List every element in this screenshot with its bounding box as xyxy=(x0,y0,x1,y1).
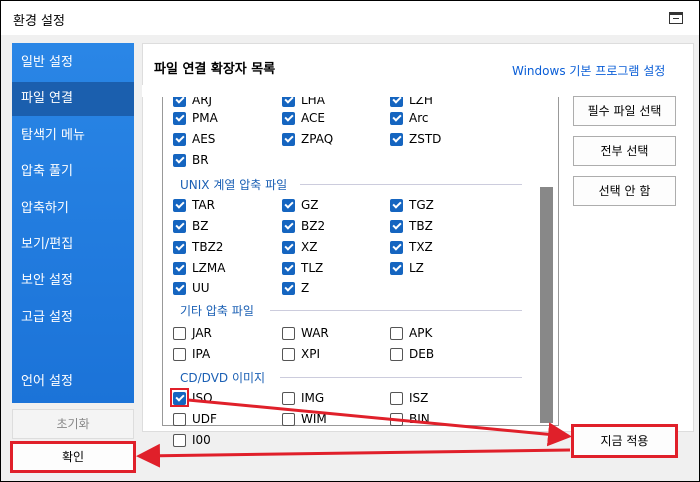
sidebar-item-language[interactable]: 언어 설정 xyxy=(12,365,134,399)
select-all-button[interactable]: 전부 선택 xyxy=(573,136,676,166)
checkbox-mark xyxy=(390,412,403,426)
checkbox-xz[interactable]: XZ xyxy=(282,238,317,256)
checkbox-mark xyxy=(173,153,186,167)
title-bar: 환경 설정 xyxy=(1,1,699,35)
group-label-unix: UNIX 계열 압축 파일 xyxy=(180,178,288,192)
checkbox-mark xyxy=(173,261,186,275)
sidebar-item-security[interactable]: 보안 설정 xyxy=(12,264,134,298)
checkbox-mark xyxy=(282,326,295,340)
windows-default-programs-link[interactable]: Windows 기본 프로그램 설정 xyxy=(512,62,665,79)
list-scrollbar[interactable] xyxy=(540,187,553,423)
checkbox-xpi[interactable]: XPI xyxy=(282,345,320,363)
checkbox-z[interactable]: Z xyxy=(282,279,309,297)
checkbox-deb[interactable]: DEB xyxy=(390,345,434,363)
sidebar-item-general[interactable]: 일반 설정 xyxy=(12,46,134,80)
checkbox-wim[interactable]: WIM xyxy=(282,410,327,428)
checkbox-mark xyxy=(390,219,403,233)
checkbox-mark xyxy=(173,240,186,254)
checkbox-jar[interactable]: JAR xyxy=(173,324,212,342)
checkbox-zstd[interactable]: ZSTD xyxy=(390,130,441,148)
checkbox-mark xyxy=(173,281,186,295)
checkbox-mark xyxy=(390,391,403,405)
sidebar-item-extract[interactable]: 압축 풀기 xyxy=(12,155,134,189)
minimize-icon[interactable] xyxy=(669,12,683,24)
sidebar: 일반 설정 파일 연결 탐색기 메뉴 압축 풀기 압축하기 보기/편집 보안 설… xyxy=(12,43,134,403)
checkbox-uu[interactable]: UU xyxy=(173,279,210,297)
checkbox-arc[interactable]: Arc xyxy=(390,109,428,127)
sidebar-item-compress[interactable]: 압축하기 xyxy=(12,192,134,226)
group-divider xyxy=(270,310,522,311)
checkbox-isz[interactable]: ISZ xyxy=(390,389,428,407)
checkbox-mark xyxy=(173,198,186,212)
checkbox-mark xyxy=(282,412,295,426)
sidebar-item-file-association[interactable]: 파일 연결 xyxy=(12,82,134,116)
checkbox-aes[interactable]: AES xyxy=(173,130,215,148)
checkbox-mark xyxy=(390,261,403,275)
sidebar-item-advanced[interactable]: 고급 설정 xyxy=(12,301,134,335)
checkbox-mark xyxy=(282,219,295,233)
checkbox-mark xyxy=(282,111,295,125)
list-clip xyxy=(163,85,558,97)
checkbox-mark xyxy=(173,412,186,426)
list-clip xyxy=(142,85,162,97)
checkbox-ace[interactable]: ACE xyxy=(282,109,325,127)
checkbox-mark xyxy=(282,261,295,275)
checkbox-lzma[interactable]: LZMA xyxy=(173,259,225,277)
checkbox-tgz[interactable]: TGZ xyxy=(390,196,434,214)
group-divider xyxy=(300,184,522,185)
checkbox-mark xyxy=(282,132,295,146)
ok-button[interactable]: 확인 xyxy=(12,443,134,471)
checkbox-mark xyxy=(390,347,403,361)
checkbox-mark xyxy=(390,111,403,125)
checkbox-tlz[interactable]: TLZ xyxy=(282,259,323,277)
sidebar-item-explorer-menu[interactable]: 탐색기 메뉴 xyxy=(12,119,134,153)
checkbox-mark xyxy=(282,391,295,405)
checkbox-lz[interactable]: LZ xyxy=(390,259,424,277)
checkbox-iso[interactable]: ISO xyxy=(173,389,213,407)
group-divider xyxy=(280,377,522,378)
checkbox-mark xyxy=(173,132,186,146)
checkbox-tbz[interactable]: TBZ xyxy=(390,217,433,235)
checkbox-zpaq[interactable]: ZPAQ xyxy=(282,130,333,148)
checkbox-mark xyxy=(173,391,186,405)
checkbox-mark xyxy=(282,240,295,254)
checkbox-ipa[interactable]: IPA xyxy=(173,345,210,363)
checkbox-mark xyxy=(173,219,186,233)
checkbox-txz[interactable]: TXZ xyxy=(390,238,433,256)
checkbox-br[interactable]: BR xyxy=(173,151,209,169)
checkbox-img[interactable]: IMG xyxy=(282,389,324,407)
checkbox-bz2[interactable]: BZ2 xyxy=(282,217,325,235)
apply-now-button[interactable]: 지금 적용 xyxy=(573,426,676,456)
checkbox-i00[interactable]: I00 xyxy=(173,431,211,449)
checkbox-gz[interactable]: GZ xyxy=(282,196,319,214)
checkbox-mark xyxy=(282,198,295,212)
checkbox-mark xyxy=(173,326,186,340)
checkbox-mark xyxy=(390,326,403,340)
checkbox-udf[interactable]: UDF xyxy=(173,410,217,428)
checkbox-mark xyxy=(173,347,186,361)
checkbox-bin[interactable]: BIN xyxy=(390,410,430,428)
sidebar-item-view-edit[interactable]: 보기/편집 xyxy=(12,228,134,262)
window-title: 환경 설정 xyxy=(13,14,65,29)
checkbox-mark xyxy=(390,240,403,254)
checkbox-mark xyxy=(282,347,295,361)
checkbox-mark xyxy=(173,111,186,125)
page-title: 파일 연결 확장자 목록 xyxy=(154,62,276,77)
checkbox-mark xyxy=(390,132,403,146)
checkbox-apk[interactable]: APK xyxy=(390,324,432,342)
select-none-button[interactable]: 선택 안 함 xyxy=(573,176,676,206)
select-required-button[interactable]: 필수 파일 선택 xyxy=(573,96,676,126)
group-label-other: 기타 압축 파일 xyxy=(180,304,254,318)
checkbox-bz[interactable]: BZ xyxy=(173,217,208,235)
checkbox-tbz2[interactable]: TBZ2 xyxy=(173,238,223,256)
checkbox-tar[interactable]: TAR xyxy=(173,196,215,214)
checkbox-mark xyxy=(390,198,403,212)
checkbox-mark xyxy=(173,433,186,447)
checkbox-pma[interactable]: PMA xyxy=(173,109,218,127)
group-label-cd-dvd: CD/DVD 이미지 xyxy=(180,371,266,385)
reset-button[interactable]: 초기화 xyxy=(12,409,134,439)
checkbox-war[interactable]: WAR xyxy=(282,324,329,342)
checkbox-mark xyxy=(282,281,295,295)
